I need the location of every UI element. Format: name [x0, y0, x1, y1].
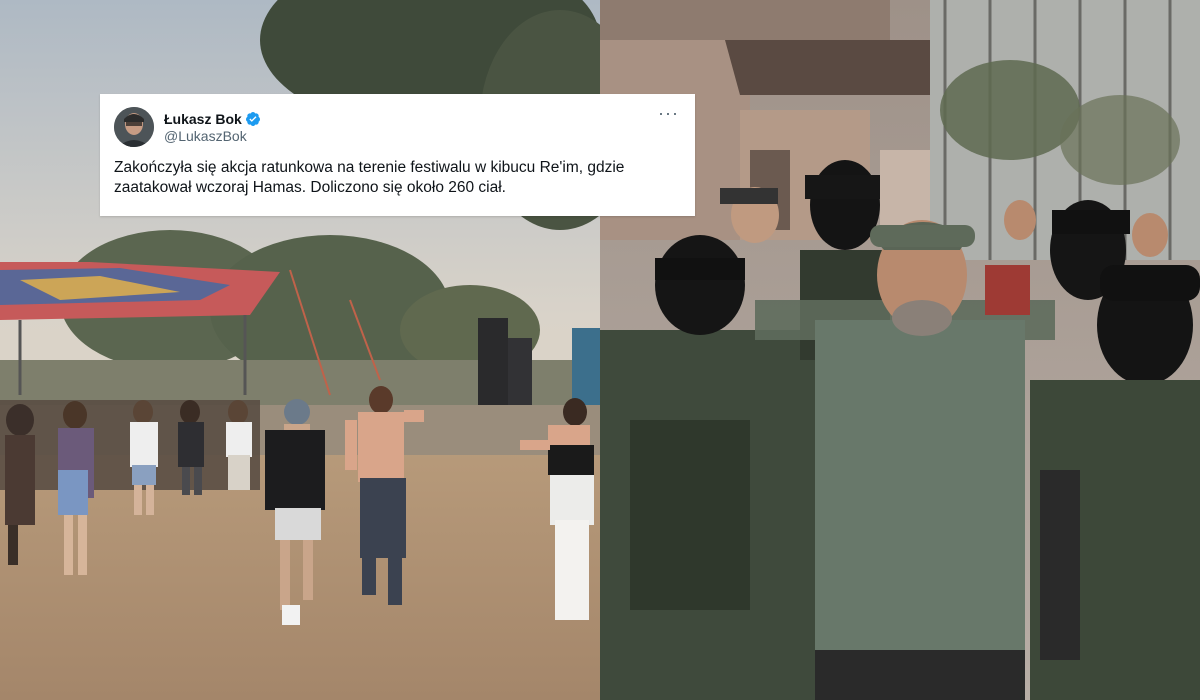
more-horizontal-icon[interactable]: ··· [658, 104, 679, 122]
tweet-card[interactable]: Łukasz Bok @LukaszBok ··· Zakończyła się… [100, 94, 695, 216]
avatar[interactable] [114, 107, 154, 147]
display-name[interactable]: Łukasz Bok [164, 111, 242, 127]
author-names: Łukasz Bok @LukaszBok [164, 111, 261, 144]
verified-badge-icon [245, 111, 261, 127]
tweet-header: Łukasz Bok @LukaszBok [114, 106, 681, 148]
tweet-text: Zakończyła się akcja ratunkowa na tereni… [114, 159, 625, 196]
handle[interactable]: @LukaszBok [164, 128, 261, 144]
